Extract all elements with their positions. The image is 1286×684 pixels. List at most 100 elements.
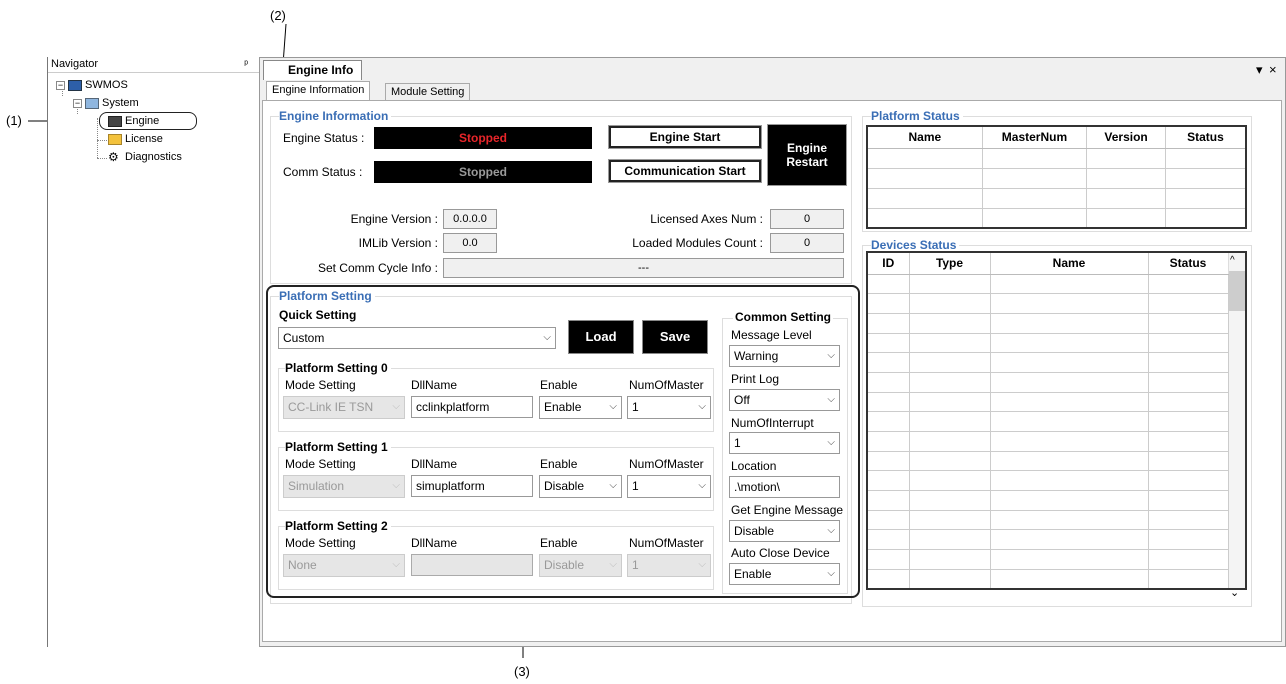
enable-label: Enable: [540, 378, 578, 392]
mode-setting-2-select[interactable]: None ⌵: [283, 554, 405, 577]
column-header-status[interactable]: Status: [1147, 252, 1228, 275]
tree-item-system[interactable]: − System: [73, 96, 139, 110]
scrollbar-thumb[interactable]: [1229, 271, 1245, 311]
save-button[interactable]: Save: [643, 321, 707, 353]
engine-status-label: Engine Status :: [283, 131, 365, 145]
enable-0-select[interactable]: Enable ⌵: [539, 396, 622, 419]
column-header-version[interactable]: Version: [1086, 126, 1166, 149]
engine-restart-button[interactable]: Engine Restart: [768, 125, 846, 185]
tab-engine-information[interactable]: Engine Information: [266, 81, 371, 101]
num-interrupt-label: NumOfInterrupt: [731, 416, 814, 430]
close-icon[interactable]: ×: [1269, 62, 1277, 77]
load-button[interactable]: Load: [569, 321, 633, 353]
mode-setting-1-select[interactable]: Simulation ⌵: [283, 475, 405, 498]
tab-module-setting[interactable]: Module Setting: [385, 83, 471, 101]
tab-list-dropdown-icon[interactable]: ▾: [1256, 62, 1263, 78]
table-row[interactable]: [866, 568, 1247, 590]
scroll-up-icon[interactable]: ^: [1230, 255, 1235, 266]
callout-3: (3): [514, 664, 530, 679]
platform-status-table: Name MasterNum Version Status: [866, 125, 1247, 229]
numofmaster-label: NumOfMaster: [629, 536, 704, 550]
table-row[interactable]: [866, 167, 1247, 189]
table-row[interactable]: [866, 207, 1247, 229]
mode-setting-label: Mode Setting: [285, 378, 356, 392]
pin-icon[interactable]: ᵖ: [244, 57, 248, 72]
table-row[interactable]: [866, 293, 1247, 314]
dllname-2-input[interactable]: [411, 554, 533, 576]
print-log-select[interactable]: Off ⌵: [729, 389, 840, 411]
column-header-id[interactable]: ID: [867, 252, 909, 275]
column-header-masternum[interactable]: MasterNum: [981, 126, 1087, 149]
table-row[interactable]: [866, 312, 1247, 334]
table-row[interactable]: [866, 147, 1247, 169]
numofmaster-label: NumOfMaster: [629, 378, 704, 392]
scroll-down-icon[interactable]: ⌄: [1230, 586, 1239, 599]
imlib-version-label: IMLib Version :: [358, 236, 438, 250]
engine-start-button[interactable]: Engine Start: [609, 126, 761, 148]
enable-2-select[interactable]: Disable ⌵: [539, 554, 622, 577]
collapse-icon[interactable]: −: [56, 80, 65, 90]
tree-item-diagnostics[interactable]: ⚙ Diagnostics: [108, 150, 182, 164]
dllname-0-input[interactable]: cclinkplatform: [411, 396, 533, 418]
message-level-label: Message Level: [731, 328, 812, 342]
chevron-down-icon: ⌵: [698, 480, 706, 491]
table-row[interactable]: [866, 529, 1247, 551]
numofmaster-0-select[interactable]: 1 ⌵: [627, 396, 711, 419]
common-setting-title: Common Setting: [733, 310, 833, 324]
message-level-select[interactable]: Warning ⌵: [729, 345, 840, 367]
table-row[interactable]: [866, 273, 1247, 295]
table-row[interactable]: [866, 431, 1247, 452]
tree-item-license[interactable]: License: [108, 132, 163, 146]
dllname-1-input[interactable]: simuplatform: [411, 475, 533, 497]
table-row[interactable]: [866, 411, 1247, 432]
dllname-label: DllName: [411, 536, 458, 550]
chevron-down-icon: ⌵: [827, 525, 835, 536]
imlib-version-value: 0.0: [443, 233, 497, 253]
table-row[interactable]: [866, 371, 1247, 393]
communication-start-button[interactable]: Communication Start: [609, 160, 761, 182]
tree-item-engine[interactable]: Engine: [108, 114, 159, 128]
table-row[interactable]: [866, 549, 1247, 570]
callout-2: (2): [270, 8, 286, 23]
column-header-status[interactable]: Status: [1164, 126, 1246, 149]
auto-close-device-label: Auto Close Device: [731, 546, 830, 560]
table-row[interactable]: [866, 470, 1247, 492]
table-row[interactable]: [866, 490, 1247, 511]
stethoscope-icon: ⚙: [108, 149, 119, 164]
loaded-modules-value: 0: [770, 233, 844, 253]
column-header-name[interactable]: Name: [989, 252, 1148, 275]
mode-setting-0-select[interactable]: CC-Link IE TSN ⌵: [283, 396, 405, 419]
table-row[interactable]: [866, 509, 1247, 531]
table-row[interactable]: [866, 352, 1247, 373]
devices-status-table: ID Type Name Status: [866, 251, 1247, 590]
enable-label: Enable: [540, 457, 578, 471]
table-row[interactable]: [866, 332, 1247, 354]
collapse-icon[interactable]: −: [73, 98, 82, 108]
comm-cycle-label: Set Comm Cycle Info :: [317, 261, 438, 275]
auto-close-device-select[interactable]: Enable ⌵: [729, 563, 840, 585]
chevron-down-icon: ⌵: [827, 394, 835, 405]
platform-setting-2-title: Platform Setting 2: [285, 519, 391, 533]
enable-label: Enable: [540, 536, 578, 550]
print-log-label: Print Log: [731, 372, 780, 386]
table-row[interactable]: [866, 450, 1247, 472]
platform-setting-0-title: Platform Setting 0: [285, 361, 391, 375]
document-tab-engine-info[interactable]: Engine Info: [263, 60, 363, 80]
numofmaster-1-select[interactable]: 1 ⌵: [627, 475, 711, 498]
quick-setting-label: Quick Setting: [279, 308, 357, 322]
engine-version-label: Engine Version :: [350, 212, 438, 226]
quick-setting-select[interactable]: Custom ⌵: [278, 327, 556, 349]
table-row[interactable]: [866, 187, 1247, 209]
table-row[interactable]: [866, 391, 1247, 413]
engine-icon: [108, 115, 122, 127]
get-engine-message-select[interactable]: Disable ⌵: [729, 520, 840, 542]
numofmaster-2-select[interactable]: 1 ⌵: [627, 554, 711, 577]
column-header-name[interactable]: Name: [867, 126, 983, 149]
enable-1-select[interactable]: Disable ⌵: [539, 475, 622, 498]
numofmaster-label: NumOfMaster: [629, 457, 704, 471]
num-interrupt-select[interactable]: 1 ⌵: [729, 432, 840, 454]
tree-item-swmos[interactable]: − SWMOS: [56, 78, 128, 92]
callout-1: (1): [6, 113, 22, 128]
column-header-type[interactable]: Type: [908, 252, 990, 275]
location-input[interactable]: .\motion\: [729, 476, 840, 498]
